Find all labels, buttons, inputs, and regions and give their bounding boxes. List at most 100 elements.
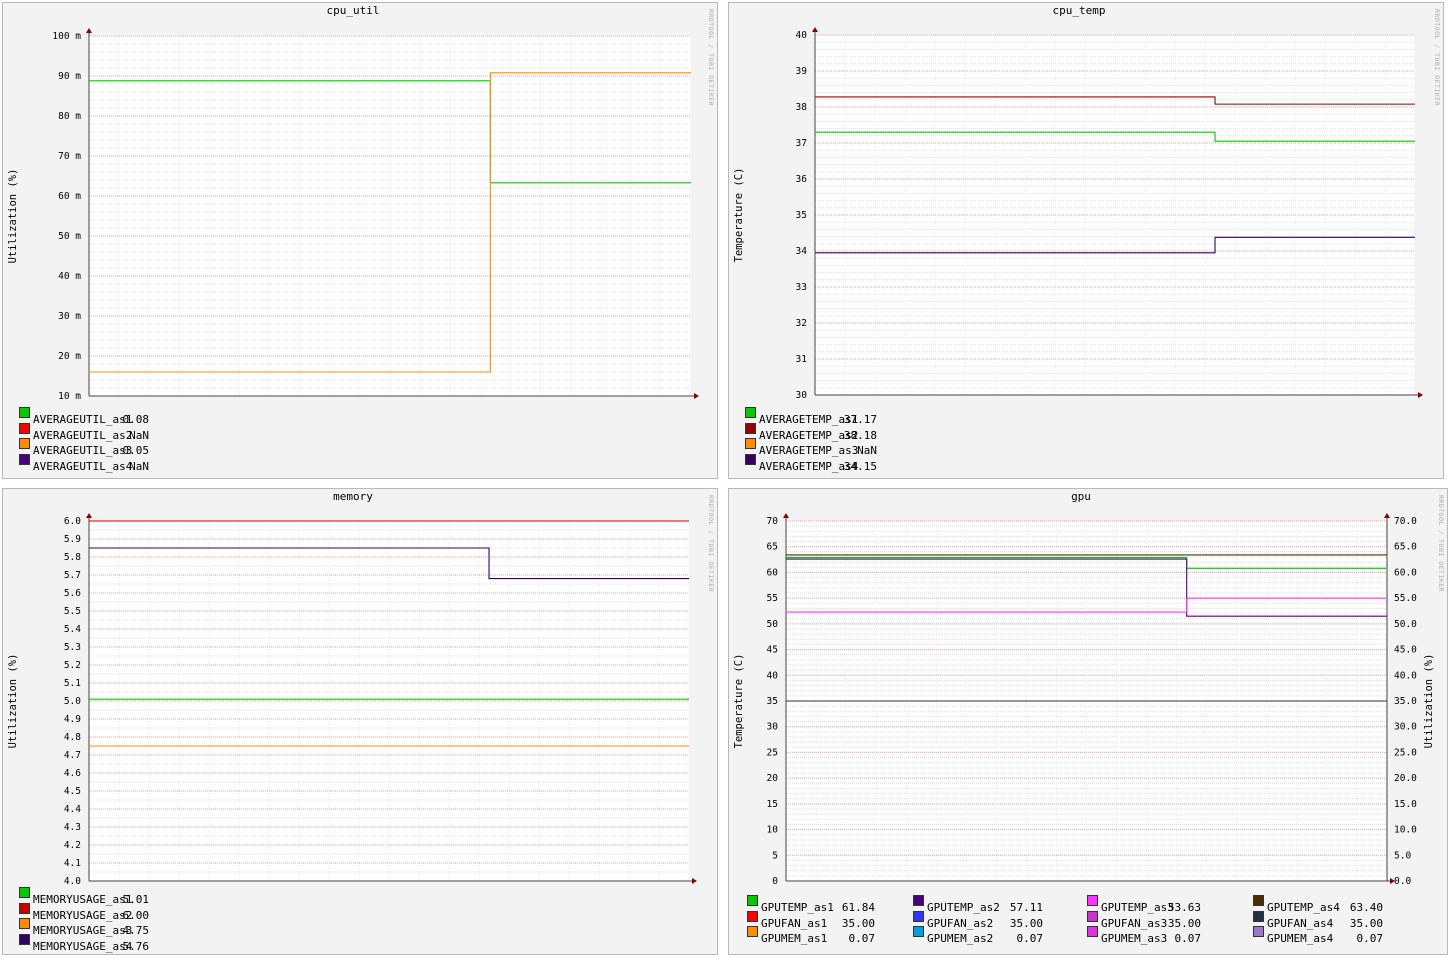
y-right-axis-arrow [1384, 513, 1390, 518]
y-tick-label: 60 m [58, 191, 81, 202]
y-tick-label: 4.2 [64, 840, 81, 851]
y-axis-label: Temperature (C) [733, 168, 745, 263]
legend-value: 38.18 [843, 428, 877, 442]
legend-value: 35.00 [1167, 916, 1201, 930]
chart-panel-cpu-temp: 30 31 32 33 34 35 36 37 38 39 40 cpu_temp Temperatur… [728, 2, 1444, 479]
legend-swatch [19, 453, 30, 465]
legend-label: GPUTEMP_as4 [1267, 901, 1340, 914]
y-right-tick-label: 70.0 [1394, 516, 1417, 527]
y-tick-label: 30 [767, 722, 779, 733]
legend-swatch [745, 407, 756, 418]
legend-value: 63.40 [1349, 901, 1383, 914]
y-right-tick-label: 20.0 [1394, 773, 1417, 784]
chart-panel-gpu: 0 0.0 5 5.0 10 10.0 15 15.0 20 20.0 25 25.0 30 30.0 35… [728, 488, 1448, 955]
chart-svg: 4.0 4.1 4.2 4.3 4.4 4.5 4.6 4.7 4.8 4.9 5.0 5.1 5.2 5… [7, 490, 715, 887]
y-tick-label: 4.3 [64, 822, 81, 833]
legend-value: NaN [857, 444, 877, 457]
y-tick-label: 5.9 [64, 534, 81, 545]
legend-value: 57.11 [1009, 901, 1043, 914]
legend-label: GPUTEMP_as2 [927, 901, 1000, 914]
y-axis-arrow [812, 27, 818, 32]
legend-value: 0.07 [848, 932, 876, 945]
legend-value: 5.01 [122, 893, 150, 906]
y-tick-label: 5.0 [64, 696, 81, 707]
legend-swatch [19, 933, 30, 945]
y-tick-label: 60 [767, 567, 779, 578]
y-tick-label: 31 [796, 354, 808, 365]
y-tick-label: 70 [767, 516, 779, 527]
y-right-tick-label: 65.0 [1394, 542, 1417, 553]
x-axis-arrow [692, 878, 697, 884]
chart-title: cpu_temp [1053, 4, 1106, 17]
y-tick-label: 30 m [58, 311, 81, 322]
y-axis-arrow [86, 513, 92, 518]
legend-value: 0.07 [1356, 932, 1384, 945]
y-tick-label: 5.5 [64, 606, 81, 617]
legend-swatch [1087, 895, 1098, 906]
legend-label: GPUMEM_as3 [1101, 932, 1168, 945]
y-tick-label: 4.0 [64, 876, 81, 887]
x-axis-arrow [694, 393, 699, 399]
y-right-tick-label: 5.0 [1394, 850, 1411, 861]
y-tick-label: 4.9 [64, 714, 81, 725]
legend-value: 37.17 [843, 413, 877, 426]
y-tick-label: 15 [767, 799, 778, 810]
legend-label: GPUMEM_as1 [761, 932, 828, 945]
legend-swatch [747, 895, 758, 906]
rrdtool-watermark: RRDTOOL / TOBI OETIKER [1433, 9, 1441, 106]
legend-swatch [745, 453, 756, 465]
y-right-tick-label: 30.0 [1394, 722, 1417, 733]
y-tick-label: 5.7 [64, 570, 81, 581]
legend-value: 35.00 [1009, 916, 1043, 930]
y-right-axis-label: Utilization (%) [1423, 654, 1435, 749]
legend-value: 0.05 [122, 444, 150, 457]
y-right-tick-label: 60.0 [1394, 567, 1417, 578]
y-tick-label: 20 m [58, 351, 81, 362]
legend-value: 4.75 [122, 924, 150, 937]
chart-svg: 10 m 20 m 30 m 40 m 50 m 60 m 70 m 80 m 90 m 100 … [7, 4, 715, 402]
legend-swatch [19, 918, 30, 929]
y-tick-label: 38 [796, 102, 808, 113]
rrdtool-watermark: RRDTOOL / TOBI OETIKER [707, 495, 715, 592]
y-tick-label: 80 m [58, 111, 81, 122]
y-tick-label: 50 [767, 619, 779, 630]
legend-value: 61.84 [841, 901, 875, 914]
y-right-tick-label: 55.0 [1394, 593, 1417, 604]
chart-panel-cpu-util: 10 m 20 m 30 m 40 m 50 m 60 m 70 m 80 m 90 m 100 … [2, 2, 718, 479]
legend-swatch [913, 926, 924, 937]
legend-label: GPUMEM_as2 [927, 932, 994, 945]
y-right-tick-label: 10.0 [1394, 825, 1417, 836]
legend-swatch [19, 438, 30, 449]
y-tick-label: 34 [796, 246, 808, 257]
legend-value: 35.00 [841, 916, 875, 930]
chart-svg: 30 31 32 33 34 35 36 37 38 39 40 cpu_temp Temperatur… [733, 4, 1441, 401]
y-tick-label: 40 m [58, 271, 81, 282]
y-tick-label: 4.7 [64, 750, 81, 761]
legend-swatch [1253, 895, 1264, 906]
y-axis-arrow [783, 513, 789, 518]
y-right-tick-label: 0.0 [1394, 876, 1411, 887]
y-tick-label: 4.8 [64, 732, 81, 743]
y-tick-label: 10 m [58, 391, 81, 402]
y-tick-label: 35 [796, 210, 807, 221]
legend-swatch [1087, 910, 1098, 922]
y-tick-label: 5 [772, 850, 778, 861]
legend-value: 53.63 [1167, 901, 1201, 914]
y-tick-label: 5.3 [64, 642, 81, 653]
y-tick-label: 5.2 [64, 660, 81, 671]
y-right-tick-label: 45.0 [1394, 645, 1417, 656]
legend-value: 6.00 [122, 908, 150, 922]
rrdtool-watermark: RRDTOOL / TOBI OETIKER [1437, 495, 1445, 592]
y-tick-label: 5.1 [64, 678, 81, 689]
y-tick-label: 5.8 [64, 552, 81, 563]
legend-swatch [747, 910, 758, 922]
legend-swatch [745, 422, 756, 434]
legend-swatch [913, 895, 924, 906]
legend-swatch [745, 438, 756, 449]
legend-label: GPUFAN_as3 [1101, 916, 1168, 930]
legend-swatch [1087, 926, 1098, 937]
y-tick-label: 4.4 [64, 804, 81, 815]
y-tick-label: 4.6 [64, 768, 81, 779]
legend-value: 34.15 [843, 459, 877, 473]
y-tick-label: 4.5 [64, 786, 81, 797]
